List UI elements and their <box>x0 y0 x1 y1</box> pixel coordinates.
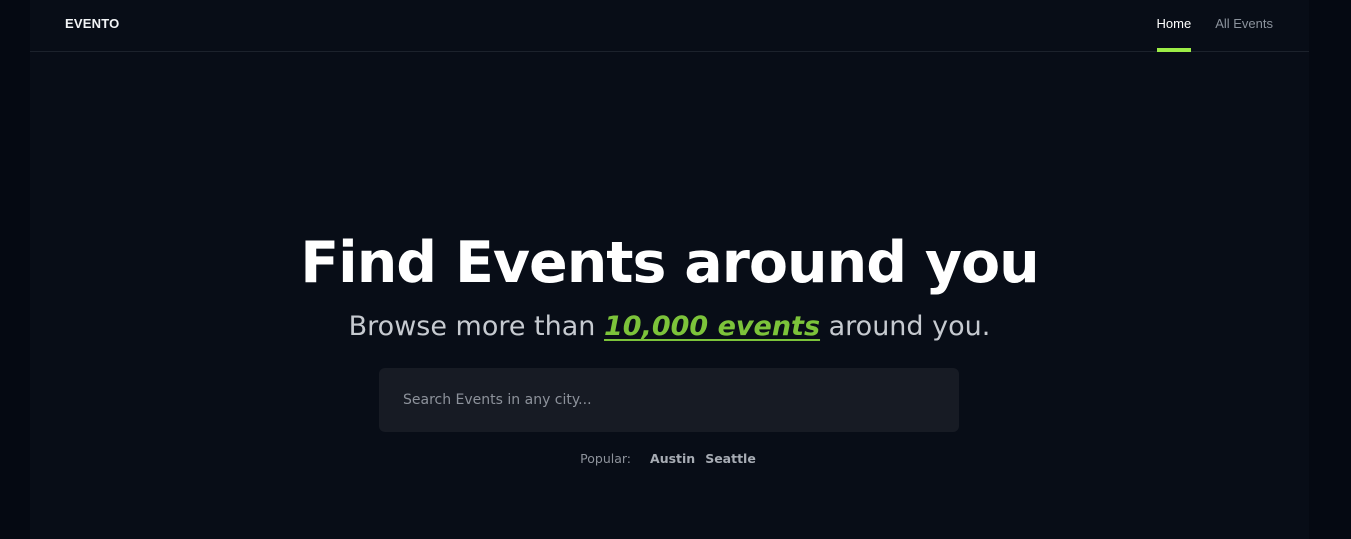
nav-home[interactable]: Home <box>1156 0 1192 52</box>
popular-label: Popular: <box>580 451 632 466</box>
popular-city-seattle[interactable]: Seattle <box>705 451 756 466</box>
hero-subtitle: Browse more than 10,000 events around yo… <box>30 311 1309 342</box>
subtitle-suffix: around you. <box>828 311 991 342</box>
main-nav: Home All Events <box>1133 0 1273 52</box>
active-nav-indicator <box>1156 48 1192 52</box>
nav-home-label: Home <box>1156 16 1192 31</box>
events-count-highlight: 10,000 events <box>604 311 821 342</box>
nav-all-events-label: All Events <box>1215 16 1273 31</box>
popular-city-austin[interactable]: Austin <box>650 451 695 466</box>
nav-all-events[interactable]: All Events <box>1215 0 1273 51</box>
subtitle-prefix: Browse more than <box>348 311 596 342</box>
logo[interactable]: EVENTO <box>65 16 119 31</box>
popular-cities: Popular: Austin Seattle <box>30 451 1309 466</box>
hero-title: Find Events around you <box>300 230 1039 297</box>
site-header: EVENTO Home All Events <box>30 0 1309 52</box>
search-input[interactable] <box>379 368 959 432</box>
page: EVENTO Home All Events Find Events aroun… <box>30 0 1309 539</box>
